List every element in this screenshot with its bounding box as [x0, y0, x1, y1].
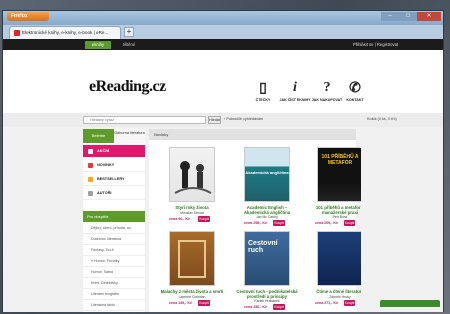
sidebar: Beletrie Odborná literatura AKČNÍ NOVINK… — [83, 129, 145, 312]
search-input[interactable]: Hledaný výraz — [83, 116, 206, 124]
genre-item[interactable]: Humor, Satira — [83, 267, 145, 278]
book-cover[interactable] — [169, 147, 215, 202]
book-cover[interactable]: Akademická angličtina — [244, 147, 290, 202]
book-price: cena 271,- Kč — [315, 301, 338, 305]
sidebar-item-authors[interactable]: AUTOŘI — [83, 187, 145, 200]
sidebar-item-label: AKČNÍ — [97, 149, 110, 153]
genre-item[interactable]: Literární biografie — [83, 289, 145, 300]
new-tab-button[interactable]: + — [124, 27, 134, 37]
book-author[interactable]: Jan Mc Carthy — [235, 215, 299, 219]
favicon-icon — [14, 30, 20, 36]
genre-item[interactable]: Duchovní literatura — [83, 234, 145, 245]
book-price: cena 209,- Kč — [315, 221, 338, 225]
cover-text: Cestovní ruch — [248, 240, 278, 254]
maximize-button[interactable]: □ — [399, 12, 417, 21]
login-links[interactable]: Přihlásit se | Registrovat — [353, 41, 398, 49]
tab-title: Elektronické knihy, e-knihy, e-book | eR… — [22, 30, 109, 35]
book-title[interactable]: Malachy z města života a smrti — [160, 289, 224, 294]
buy-button[interactable]: Koupit — [198, 216, 210, 222]
book-price: cena 256,- Kč — [244, 305, 267, 309]
ornament-frame — [178, 240, 206, 278]
book-author[interactable]: Radek Hrabánek — [235, 299, 299, 303]
silhouette-illustration — [174, 161, 212, 194]
sidebar-item-label: BESTSELLERY — [97, 177, 125, 181]
cart-link[interactable]: Košík (0 ks, 0 Kč) — [367, 117, 397, 121]
browser-window: Firefox – □ ✕ Elektronické knihy, e-knih… — [2, 10, 444, 312]
section-heading: Novinky — [149, 129, 356, 140]
pen-icon — [88, 191, 93, 196]
cover-text: 101 PŘÍBĚHŮ A METAFOR — [321, 154, 359, 166]
search-button[interactable]: Hledat — [208, 116, 221, 124]
book-price: cena 149,- Kč — [169, 301, 192, 305]
book-title[interactable]: Academic English – Akademická angličtina — [235, 205, 299, 215]
book-price: cena 96,- Kč — [169, 217, 190, 221]
nav-ebooks[interactable]: eknihy — [85, 41, 111, 49]
new-icon — [88, 163, 93, 168]
book-price: cena 298,- Kč — [244, 221, 267, 225]
info-icon[interactable]: i — [283, 80, 307, 96]
advanced-search-link[interactable]: › Pokročilé vyhledávání — [224, 117, 263, 121]
tab-nonfiction[interactable]: Odborná literatura — [114, 129, 145, 143]
genre-item[interactable]: Fantasy, Sci-fi — [83, 245, 145, 256]
book-title[interactable]: Cestovní ruch - podnikatelská prostředí … — [235, 289, 299, 299]
genre-item[interactable]: » Humor, Povídky — [83, 256, 145, 267]
sidebar-item-sale[interactable]: AKČNÍ — [83, 145, 145, 158]
chat-widget-tab[interactable] — [380, 300, 440, 307]
genre-item[interactable]: Krimi, Detektivky — [83, 278, 145, 289]
web-page: eknihy tištěné Přihlásit se | Registrova… — [3, 39, 443, 312]
star-icon — [88, 177, 93, 182]
book-cover[interactable]: Cestovní ruch — [244, 231, 290, 286]
genre-item[interactable]: Dějiny, cítení, příroda, zp. — [83, 223, 145, 234]
book-author[interactable]: Miroslav Strnad — [160, 211, 224, 215]
book-cover[interactable] — [169, 231, 215, 286]
search-row: Hledaný výraz Hledat › Pokročilé vyhledá… — [3, 113, 443, 127]
site-header: eReading.cz ▯ ČTEČKY i JAK ČÍST EKNIHY ?… — [3, 50, 443, 113]
top-navigation: eknihy tištěné Přihlásit se | Registrova… — [3, 39, 443, 50]
nav-printed[interactable]: tištěné — [115, 41, 143, 49]
buy-button[interactable]: Koupit — [198, 300, 210, 306]
tab-fiction[interactable]: Beletrie — [83, 129, 114, 143]
genre-item[interactable]: Literatura faktu — [83, 300, 145, 311]
close-button[interactable]: ✕ — [417, 12, 441, 21]
buy-button[interactable]: Koupit — [344, 300, 355, 306]
book-title[interactable]: Styri roky života — [160, 205, 224, 210]
cover-text: Akademická angličtina — [245, 170, 289, 175]
contact-link[interactable]: KONTAKT — [335, 98, 375, 102]
buy-button[interactable]: Koupit — [344, 220, 355, 226]
book-cover[interactable] — [317, 231, 363, 286]
sidebar-item-new[interactable]: NOVINKY — [83, 159, 145, 172]
browser-tab[interactable]: Elektronické knihy, e-knihy, e-book | eR… — [9, 26, 121, 39]
tab-bar: Elektronické knihy, e-knihy, e-book | eR… — [3, 25, 443, 39]
right-margin — [361, 129, 443, 312]
main-content: Novinky Styri roky života Miroslav Strna… — [149, 129, 364, 312]
tag-icon — [88, 149, 93, 154]
firefox-menu-button[interactable]: Firefox — [7, 12, 49, 21]
site-logo[interactable]: eReading.cz — [89, 78, 166, 96]
adult-category-header[interactable]: Pro dospělé — [83, 211, 145, 222]
minimize-button[interactable]: – — [381, 12, 399, 21]
buy-button[interactable]: Koupit — [273, 304, 285, 310]
phone-icon[interactable]: ✆ — [343, 80, 367, 97]
title-bar: Firefox – □ ✕ — [3, 11, 443, 25]
ereader-icon[interactable]: ▯ — [251, 80, 275, 97]
sidebar-item-label: NOVINKY — [97, 163, 115, 167]
buy-button[interactable]: Koupit — [273, 220, 285, 226]
book-cover[interactable]: 101 PŘÍBĚHŮ A METAFOR — [317, 147, 363, 202]
sidebar-item-label: AUTOŘI — [97, 191, 112, 195]
sidebar-item-bestsellers[interactable]: BESTSELLERY — [83, 173, 145, 186]
book-author[interactable]: Lambert Christian — [160, 295, 224, 299]
question-icon[interactable]: ? — [315, 80, 339, 96]
